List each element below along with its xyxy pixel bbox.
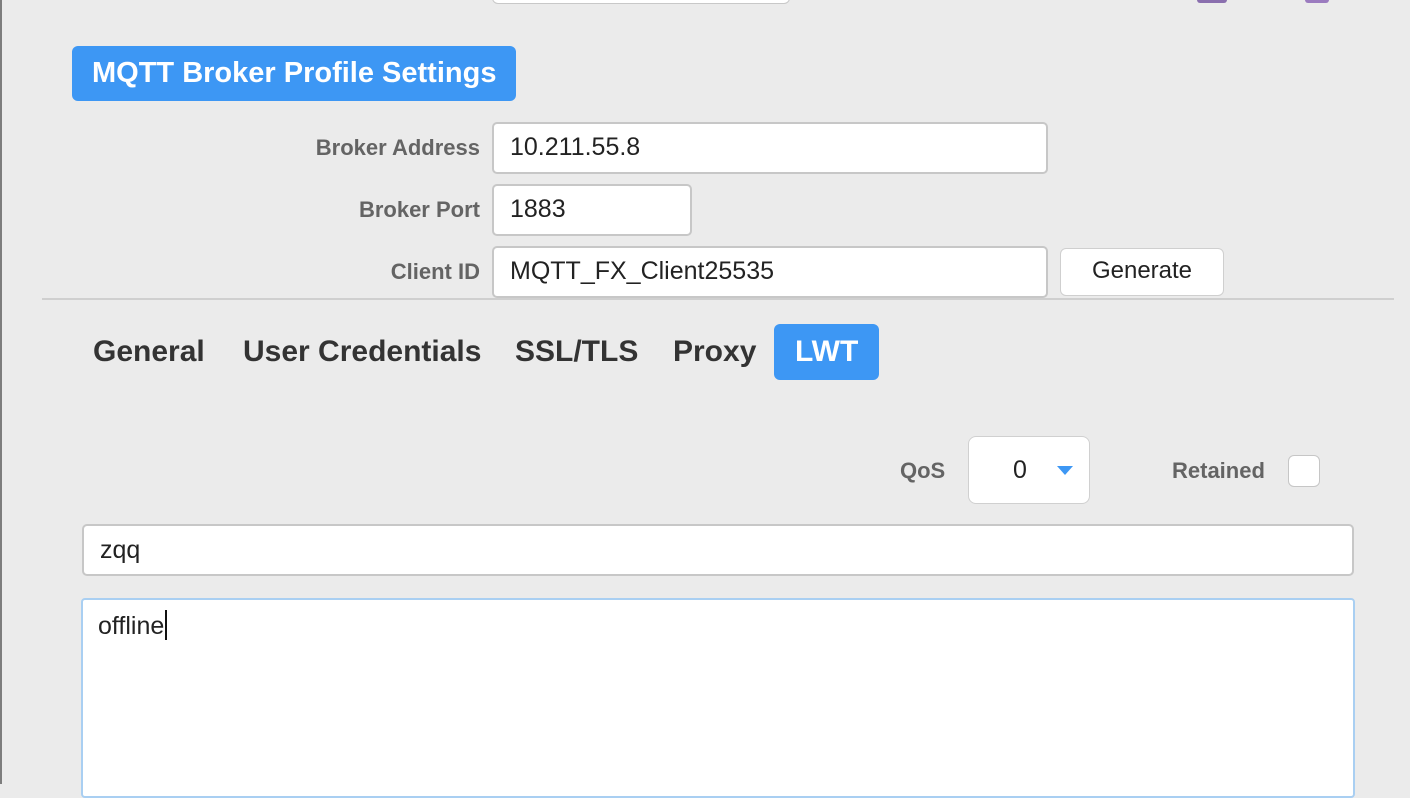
client-id-input[interactable]: MQTT_FX_Client25535 [492,246,1048,298]
retained-label: Retained [1172,458,1265,483]
generate-button[interactable]: Generate [1060,248,1224,296]
qos-select[interactable]: 0 [968,436,1090,504]
qos-label: QoS [900,458,946,483]
broker-port-input[interactable]: 1883 [492,184,692,236]
tab-lwt[interactable]: LWT [774,324,880,380]
lwt-message-text: offline [98,612,165,640]
tab-ssl-tls[interactable]: SSL/TLS [494,324,659,380]
qos-value: 0 [1013,456,1027,484]
separator [42,298,1394,300]
broker-port-label: Broker Port [358,197,480,222]
text-caret [165,610,168,640]
retained-checkbox[interactable] [1288,455,1320,487]
profile-name-field[interactable] [492,0,790,4]
tab-proxy[interactable]: Proxy [652,324,777,380]
lwt-topic-input[interactable]: zqq [82,524,1354,576]
broker-address-input[interactable]: 10.211.55.8 [492,122,1048,174]
broker-address-label: Broker Address [315,135,480,160]
toolbar-icon[interactable] [1197,0,1227,3]
tab-general[interactable]: General [72,324,226,380]
tab-user-credentials[interactable]: User Credentials [222,324,502,380]
triangle-down-icon [1057,466,1073,475]
client-id-label: Client ID [390,259,480,284]
toolbar-icon[interactable] [1305,0,1329,3]
lwt-message-textarea[interactable]: offline [81,598,1355,798]
section-title: MQTT Broker Profile Settings [72,46,517,101]
window-left-border [0,0,2,784]
